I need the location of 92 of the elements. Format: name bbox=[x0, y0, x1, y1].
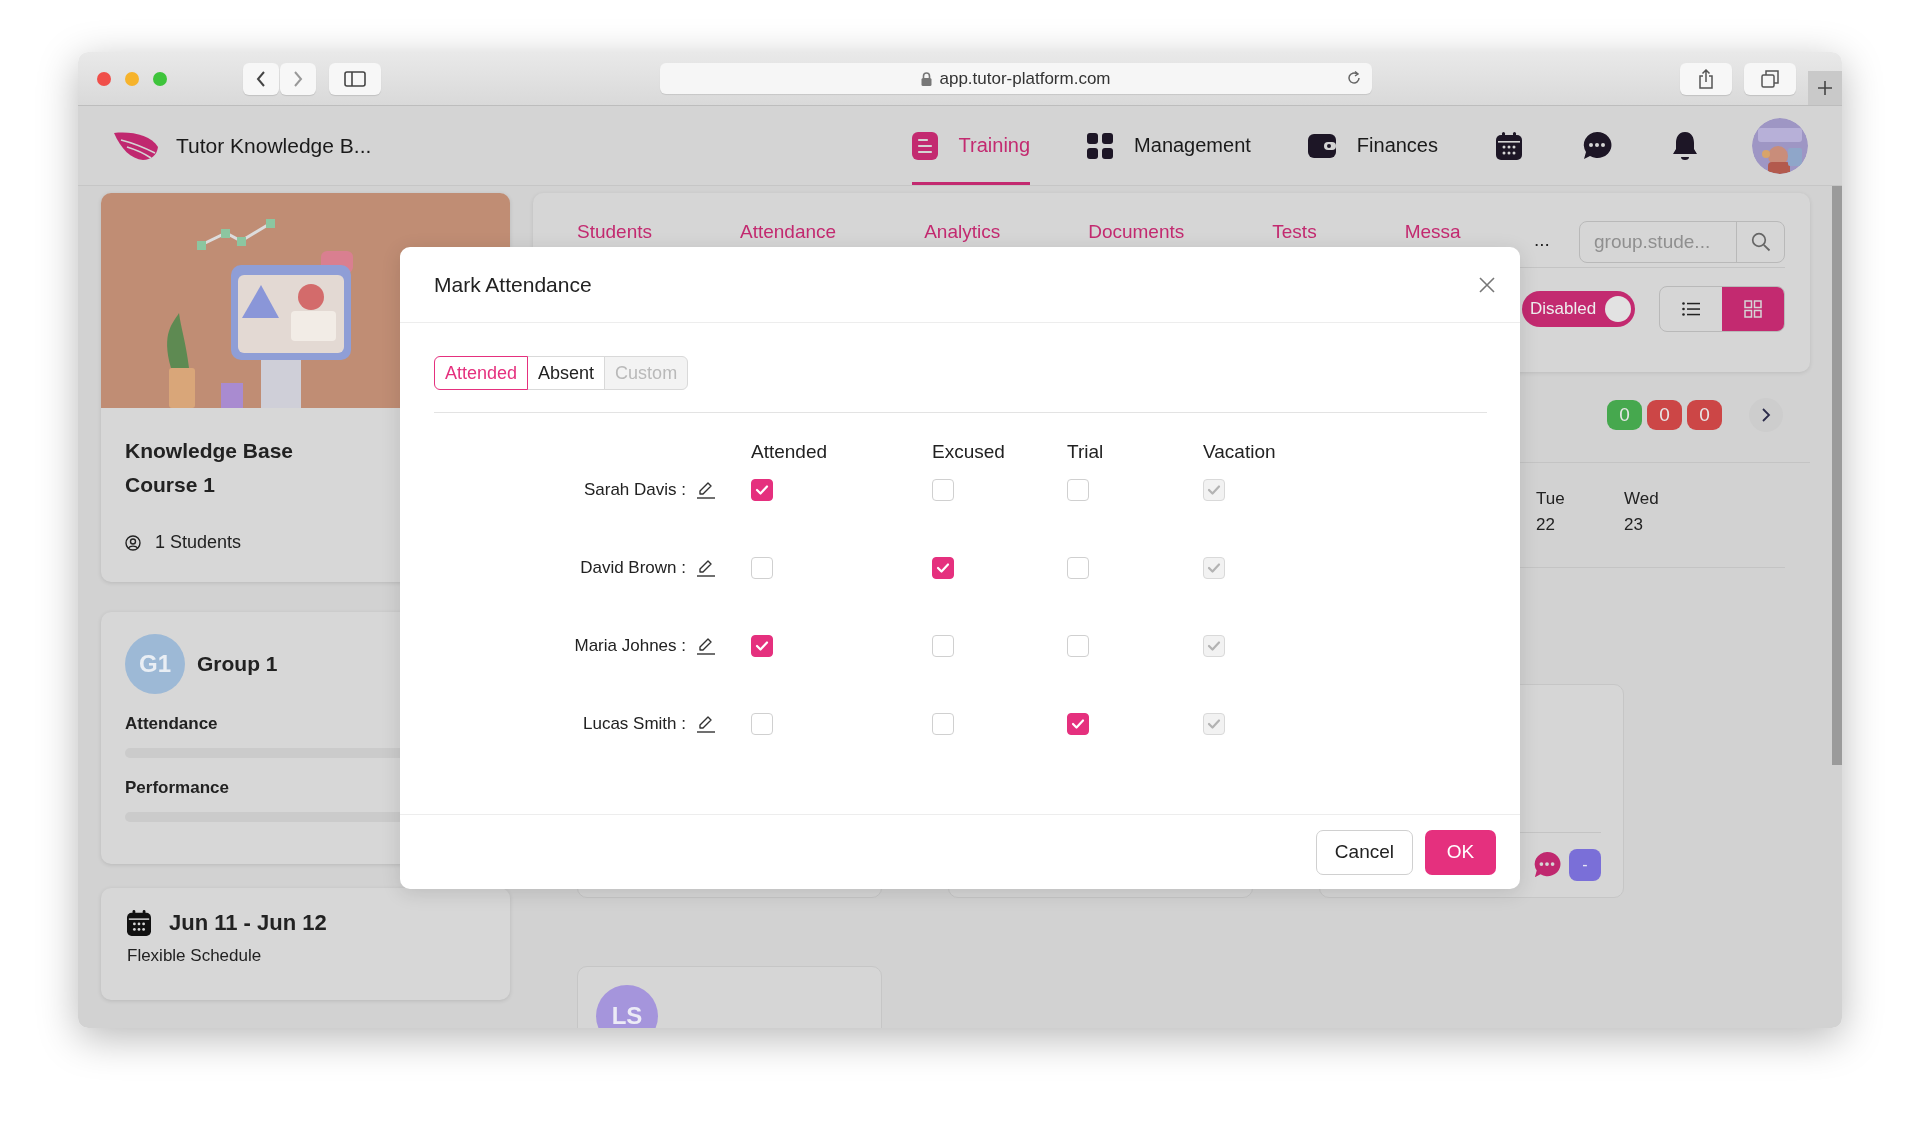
pencil-icon[interactable] bbox=[696, 636, 716, 656]
student-name: Sarah Davis : bbox=[583, 480, 686, 500]
reload-icon[interactable] bbox=[1346, 70, 1362, 86]
weekday-label: Wed bbox=[1624, 489, 1660, 509]
scrollbar[interactable] bbox=[1832, 186, 1842, 765]
nav-tab[interactable]: Management bbox=[1087, 106, 1251, 185]
checkmark-icon bbox=[1207, 484, 1221, 496]
column-header: Excused bbox=[932, 441, 1006, 463]
search-bar[interactable]: group.stude... bbox=[1579, 221, 1785, 263]
metric-label: Attendance bbox=[125, 714, 219, 734]
student-name: Lucas Smith : bbox=[583, 714, 686, 734]
checkbox[interactable] bbox=[751, 635, 773, 657]
section-tab[interactable]: Attendance bbox=[740, 221, 837, 243]
address-bar[interactable]: app.tutor-platform.com bbox=[660, 63, 1372, 94]
section-tab[interactable]: Students bbox=[577, 221, 652, 243]
pencil-icon[interactable] bbox=[696, 558, 716, 578]
count-badge: 0 bbox=[1687, 400, 1722, 430]
metric-label: Performance bbox=[125, 778, 230, 798]
chat-icon[interactable] bbox=[1582, 130, 1612, 161]
student-count: 1 Students bbox=[155, 532, 242, 553]
student-card[interactable]: LS bbox=[577, 966, 882, 1028]
checkmark-icon bbox=[755, 640, 769, 652]
share-button[interactable] bbox=[1680, 62, 1732, 95]
grid-view-button[interactable] bbox=[1722, 287, 1784, 331]
calendar-icon bbox=[127, 910, 151, 936]
checkmark-icon bbox=[1207, 562, 1221, 574]
nav-tab[interactable]: Finances bbox=[1307, 106, 1438, 185]
list-icon[interactable] bbox=[1682, 302, 1700, 316]
document-icon[interactable] bbox=[911, 131, 938, 160]
column-header: Attended bbox=[751, 441, 829, 463]
student-name: David Brown : bbox=[580, 558, 686, 578]
group-name: Group 1 bbox=[197, 652, 278, 676]
group-avatar: G1 bbox=[125, 634, 185, 694]
wallet-icon[interactable] bbox=[1307, 133, 1336, 158]
student-name: Maria Johnes : bbox=[574, 636, 686, 656]
back-button[interactable] bbox=[243, 62, 279, 95]
schedule-card[interactable]: Jun 11 - Jun 12 Flexible Schedule bbox=[101, 888, 510, 1000]
new-tab-button[interactable] bbox=[1808, 71, 1842, 105]
url-text: app.tutor-platform.com bbox=[939, 68, 1111, 89]
count-badge: 0 bbox=[1647, 400, 1682, 430]
lock-icon bbox=[921, 71, 933, 86]
tabs-button[interactable] bbox=[1744, 62, 1796, 95]
feather-logo-icon bbox=[113, 130, 159, 161]
next-button[interactable] bbox=[1749, 398, 1783, 432]
sidebar-icon[interactable] bbox=[344, 70, 366, 87]
section-tab[interactable]: Analytics bbox=[924, 221, 1001, 243]
course-title: Knowledge Base Course 1 bbox=[125, 438, 295, 498]
mode-option[interactable]: Attended bbox=[434, 356, 529, 390]
bell-icon[interactable] bbox=[1672, 130, 1698, 161]
schedule-note: Flexible Schedule bbox=[127, 946, 263, 966]
checkbox[interactable] bbox=[1067, 713, 1089, 735]
section-tab[interactable]: Documents bbox=[1088, 221, 1185, 243]
day-number: 22 bbox=[1536, 515, 1556, 535]
weekday-label: Tue bbox=[1536, 489, 1566, 509]
search-icon[interactable] bbox=[1750, 232, 1771, 252]
checkmark-icon bbox=[1207, 718, 1221, 730]
search-field[interactable]: group.stude... bbox=[1580, 222, 1736, 262]
day-number: 23 bbox=[1624, 515, 1644, 535]
mode-option[interactable]: Absent bbox=[527, 356, 606, 390]
section-tab[interactable]: Tests bbox=[1272, 221, 1317, 243]
grid-icon[interactable] bbox=[1087, 132, 1114, 159]
chevron-left-icon[interactable] bbox=[255, 69, 267, 88]
pencil-icon[interactable] bbox=[696, 480, 716, 500]
close-window-button[interactable] bbox=[97, 71, 111, 86]
chevron-right-icon[interactable] bbox=[1761, 407, 1771, 423]
column-header: Vacation bbox=[1203, 441, 1277, 463]
calendar-icon[interactable] bbox=[1496, 131, 1522, 160]
column-header: Trial bbox=[1067, 441, 1105, 463]
close-icon[interactable] bbox=[1478, 275, 1496, 294]
plus-icon[interactable] bbox=[1817, 80, 1833, 96]
student-avatar: LS bbox=[596, 985, 658, 1028]
checkbox[interactable] bbox=[932, 557, 954, 579]
toggle-switch[interactable]: Disabled bbox=[1522, 291, 1635, 327]
checkmark-icon bbox=[936, 562, 950, 574]
section-tab[interactable]: Messa bbox=[1404, 221, 1461, 243]
checkmark-icon bbox=[1071, 718, 1085, 730]
app-title: Tutor Knowledge B... bbox=[176, 133, 372, 158]
status-badge[interactable]: - bbox=[1569, 849, 1601, 881]
nav-tab[interactable]: Training bbox=[911, 106, 1031, 185]
more-button[interactable]: ... bbox=[1534, 229, 1550, 251]
sidebar-button[interactable] bbox=[329, 62, 381, 95]
count-badge: 0 bbox=[1607, 400, 1642, 430]
date-range: Jun 11 - Jun 12 bbox=[169, 910, 327, 936]
user-circle-icon bbox=[125, 534, 141, 551]
ok-button[interactable]: OK bbox=[1425, 829, 1496, 875]
checkmark-icon bbox=[755, 484, 769, 496]
cancel-button[interactable]: Cancel bbox=[1315, 829, 1413, 875]
checkmark-icon bbox=[1207, 640, 1221, 652]
checkbox[interactable] bbox=[751, 479, 773, 501]
share-icon[interactable] bbox=[1698, 68, 1714, 89]
tabs-icon[interactable] bbox=[1761, 69, 1779, 88]
pencil-icon[interactable] bbox=[696, 714, 716, 734]
